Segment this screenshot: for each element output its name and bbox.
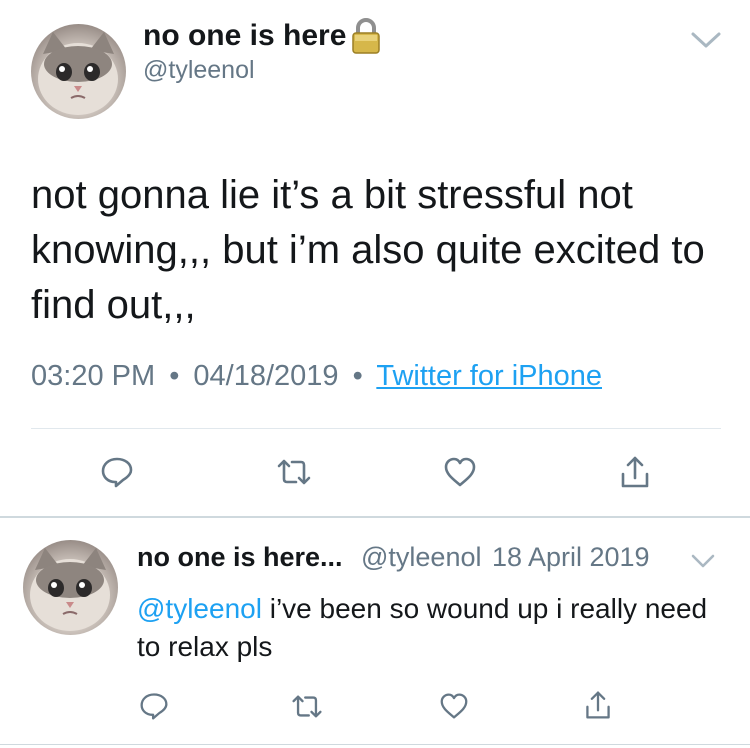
source-link[interactable]: Twitter for iPhone <box>376 360 602 392</box>
retweet-button[interactable] <box>285 686 329 726</box>
reply-date: 18 April 2019 <box>491 542 650 572</box>
meta-separator: • <box>169 360 180 392</box>
reply-icon <box>101 457 133 488</box>
like-button[interactable] <box>436 450 484 494</box>
tweet-date: 04/18/2019 <box>193 360 339 392</box>
reply-button[interactable] <box>93 450 141 494</box>
like-icon <box>440 693 468 719</box>
like-icon <box>444 457 476 487</box>
like-button[interactable] <box>432 686 476 726</box>
tweet-meta: 03:20 PM • 04/18/2019 • Twitter for iPho… <box>31 360 602 393</box>
divider <box>31 428 721 429</box>
handle[interactable]: @tyleenol <box>361 542 481 572</box>
bottom-divider <box>0 744 750 745</box>
retweet-icon <box>277 459 311 485</box>
avatar[interactable] <box>23 540 118 635</box>
retweet-icon <box>292 694 322 718</box>
section-divider <box>0 516 750 518</box>
tweet-text: not gonna lie it’s a bit stressful not k… <box>31 173 705 327</box>
share-icon <box>621 456 649 488</box>
tweet-time: 03:20 PM <box>31 360 156 392</box>
chevron-down-icon[interactable] <box>690 30 722 50</box>
mention-link[interactable]: @tyleenol <box>137 593 262 624</box>
reply-icon <box>140 693 168 720</box>
share-icon <box>586 691 610 719</box>
lock-icon <box>350 17 382 55</box>
crying-cat-icon <box>38 32 118 115</box>
share-button[interactable] <box>576 684 620 726</box>
reply-header: no one is here... @tyleenol 18 April 201… <box>137 542 650 573</box>
meta-separator: • <box>352 360 363 392</box>
reply-button[interactable] <box>132 686 176 726</box>
handle[interactable]: @tyleenol <box>143 56 255 85</box>
retweet-button[interactable] <box>270 450 318 494</box>
avatar[interactable] <box>31 24 126 119</box>
share-button[interactable] <box>611 450 659 494</box>
display-name[interactable]: no one is here... <box>137 542 343 572</box>
reply-text: @tyleenol i’ve been so wound up i really… <box>137 590 727 666</box>
display-name[interactable]: no one is here <box>143 19 346 53</box>
chevron-down-icon[interactable] <box>690 552 716 570</box>
crying-cat-icon <box>30 548 110 631</box>
